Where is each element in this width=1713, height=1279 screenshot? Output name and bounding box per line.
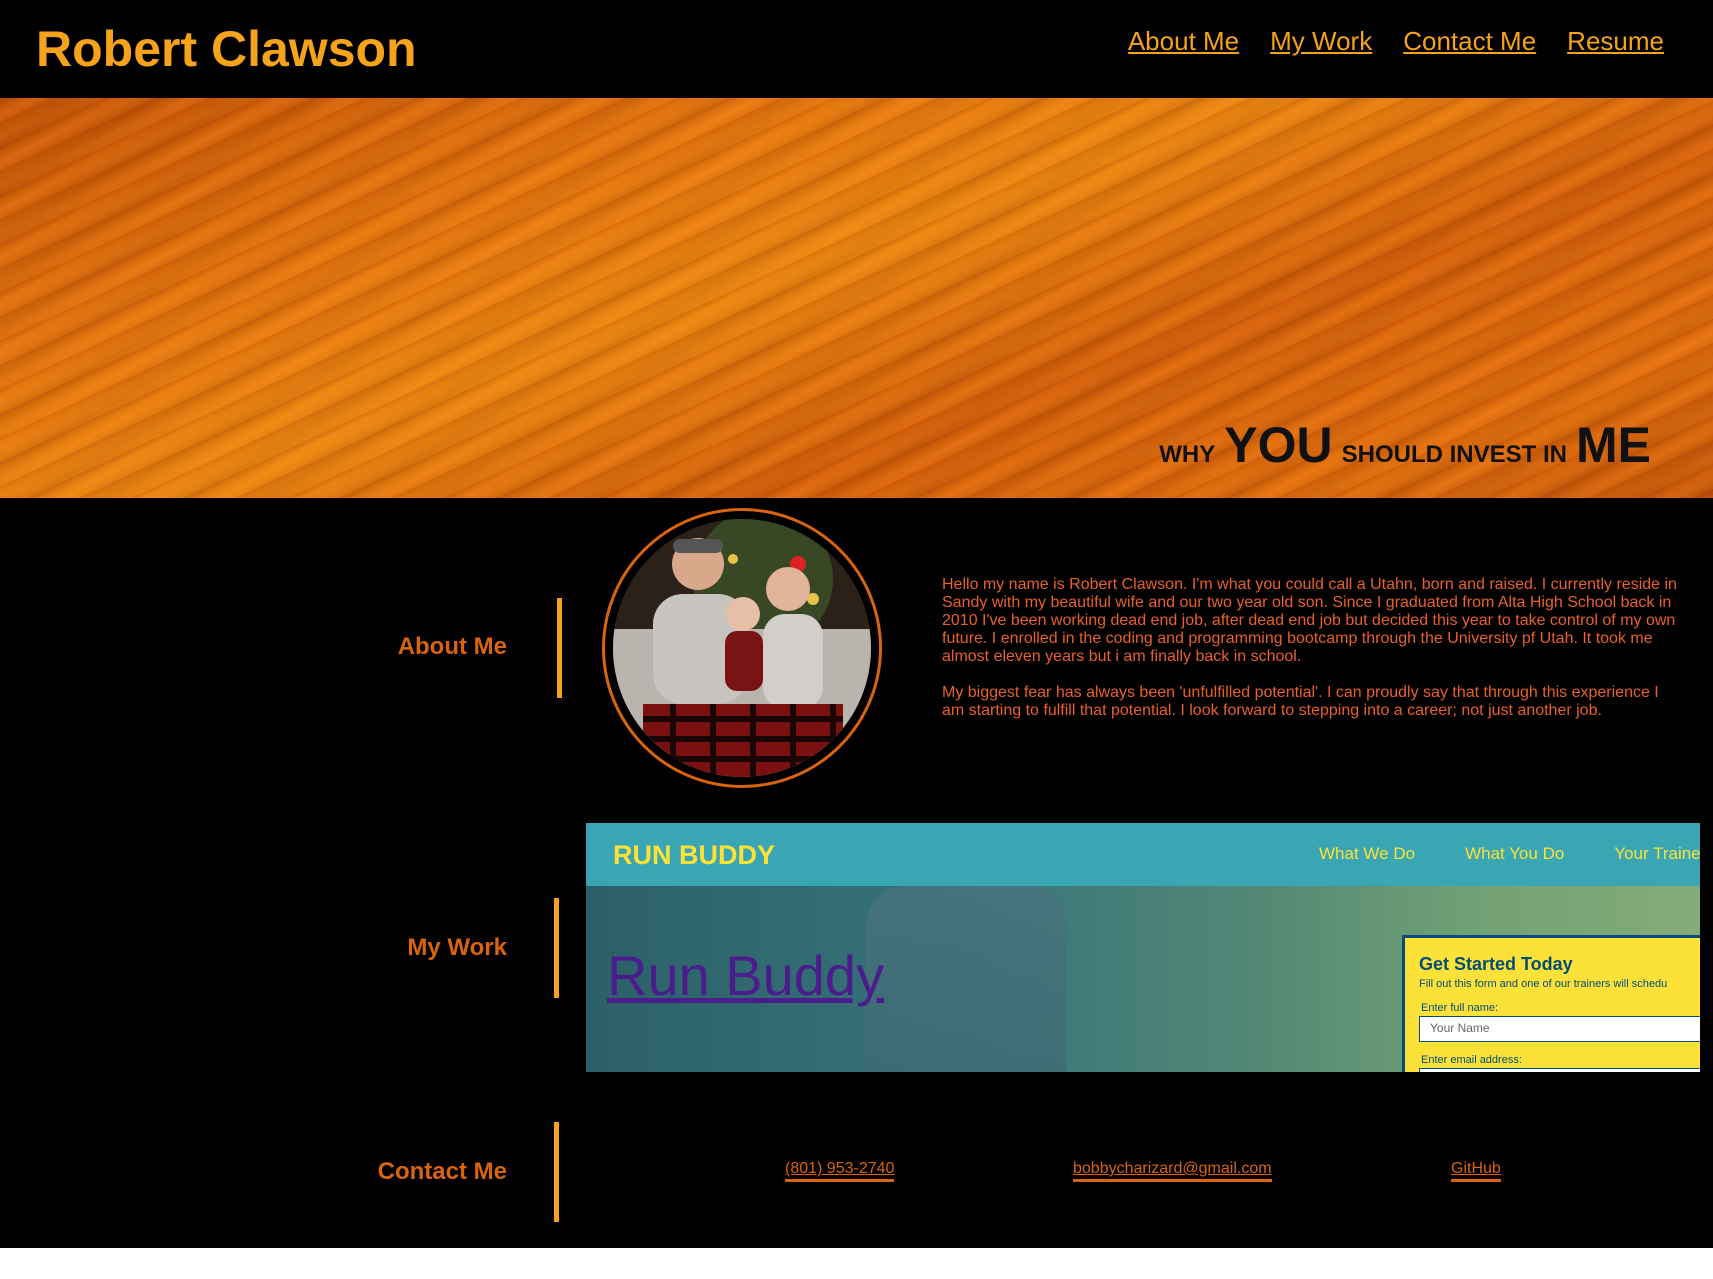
contact-me-heading: Contact Me: [377, 1158, 507, 1185]
about-me-text: Hello my name is Robert Clawson. I'm wha…: [942, 576, 1678, 720]
family-photo-illustration: [613, 519, 871, 777]
page: Robert Clawson About Me My Work Contact …: [0, 0, 1713, 1248]
nav-link-contact-me[interactable]: Contact Me: [1403, 26, 1536, 57]
preview-name-label: Enter full name:: [1421, 1002, 1499, 1014]
site-header: Robert Clawson About Me My Work Contact …: [0, 0, 1713, 98]
project-link-run-buddy[interactable]: Run Buddy: [607, 943, 884, 1008]
tagline-you: YOU: [1224, 417, 1333, 473]
preview-brand: RUN BUDDY: [613, 840, 775, 870]
preview-form-subtitle: Fill out this form and one of our traine…: [1419, 978, 1668, 990]
about-me-divider: [557, 598, 562, 698]
my-work-divider: [554, 898, 559, 998]
my-work-heading: My Work: [407, 934, 507, 961]
hero-banner: WHY YOU SHOULD INVEST IN ME: [0, 98, 1713, 498]
about-me-heading: About Me: [397, 633, 507, 660]
preview-email-label: Enter email address:: [1421, 1054, 1522, 1066]
contact-me-divider: [554, 1122, 559, 1222]
preview-header: RUN BUDDY What We Do What You Do Your Tr…: [586, 823, 1700, 886]
nav-link-about-me[interactable]: About Me: [1128, 26, 1239, 57]
nav-link-resume[interactable]: Resume: [1567, 26, 1664, 57]
tagline-should-invest-in: SHOULD INVEST IN: [1341, 441, 1567, 468]
nav-link-my-work[interactable]: My Work: [1270, 26, 1372, 57]
contact-email-link[interactable]: bobbycharizard@gmail.com: [1073, 1160, 1272, 1182]
contact-phone-link[interactable]: (801) 953-2740: [785, 1160, 895, 1182]
tagline-me: ME: [1576, 417, 1651, 473]
about-paragraph-2: My biggest fear has always been 'unfulfi…: [942, 684, 1659, 719]
hero-tagline: WHY YOU SHOULD INVEST IN ME: [1159, 416, 1651, 474]
site-title: Robert Clawson: [36, 21, 417, 77]
preview-nav: What We Do What You Do Your Traine: [1319, 844, 1700, 864]
preview-nav-item: What We Do: [1319, 844, 1416, 863]
profile-photo: [602, 508, 882, 788]
preview-email-input: [1419, 1068, 1700, 1072]
preview-signup-form: Get Started Today Fill out this form and…: [1402, 935, 1700, 1072]
family-photo-image: [613, 519, 871, 777]
preview-nav-item: Your Traine: [1614, 844, 1700, 863]
about-paragraph-1: Hello my name is Robert Clawson. I'm wha…: [942, 576, 1677, 665]
contact-github-link[interactable]: GitHub: [1451, 1160, 1501, 1182]
tagline-why: WHY: [1159, 441, 1216, 468]
preview-nav-item: What You Do: [1465, 844, 1565, 863]
project-card-run-buddy[interactable]: RUN BUDDY What We Do What You Do Your Tr…: [586, 823, 1700, 1072]
main-nav: About Me My Work Contact Me Resume: [1128, 26, 1664, 57]
preview-name-input: Your Name: [1419, 1016, 1700, 1042]
preview-form-title: Get Started Today: [1419, 954, 1573, 974]
